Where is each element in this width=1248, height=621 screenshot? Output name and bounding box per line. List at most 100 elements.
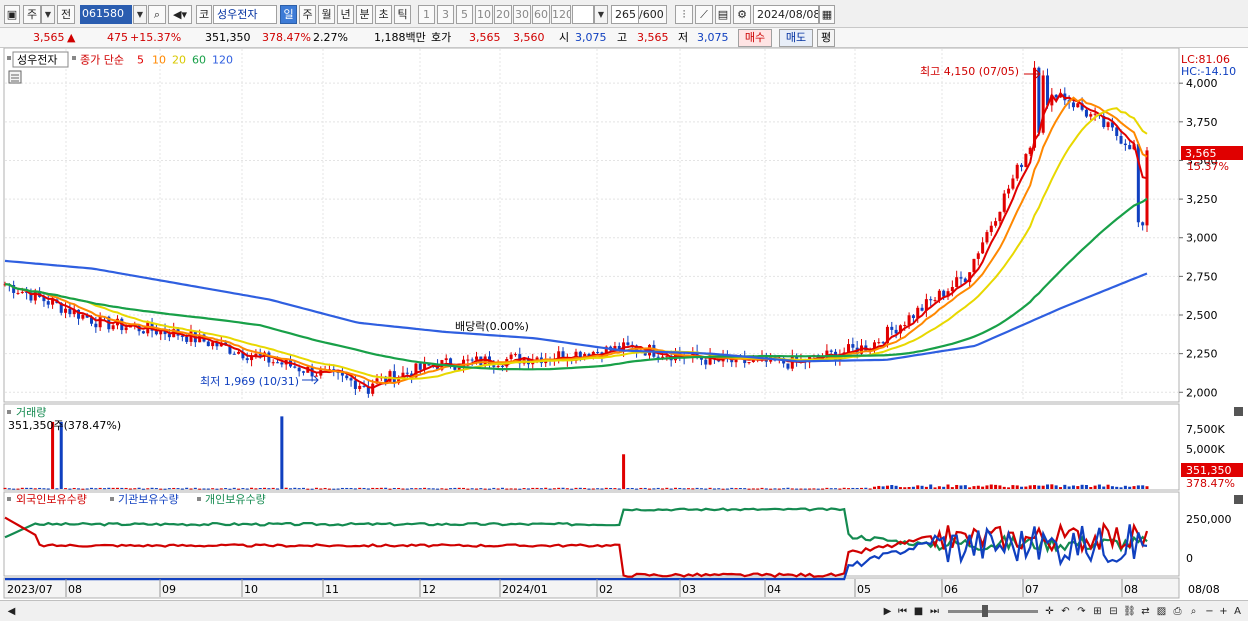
volume-bar — [198, 488, 202, 490]
volume-bar — [319, 488, 323, 490]
stock-name-field[interactable]: 성우전자 — [213, 5, 277, 24]
stock-chart[interactable]: 성우전자 종가 단순 5 10 20 60 120 최고 4,150 (07/0… — [0, 48, 1248, 600]
interval-custom-input[interactable] — [572, 5, 594, 24]
x-axis-label-9: 04 — [767, 583, 781, 596]
save-icon[interactable]: ▤ — [715, 5, 731, 24]
volume-bar — [630, 487, 634, 489]
interval-120[interactable]: 120 — [551, 5, 571, 24]
compare-icon[interactable]: ⇄ — [1138, 604, 1153, 619]
period-day-tab[interactable]: 일 — [280, 5, 297, 24]
price-panel[interactable] — [3, 48, 1180, 403]
chart-scroll-bar[interactable]: ◀ ▶ ⏮ ■ ⏭ ✛ ↶ ↷ ⊞ ⊟ ⛓ ⇄ ▨ ⎙ ⌕ − + A — [0, 600, 1248, 621]
period-tick-tab[interactable]: 틱 — [394, 5, 411, 24]
volume-panel[interactable] — [3, 403, 1180, 491]
zoom-out-icon[interactable]: − — [1202, 604, 1217, 619]
font-size-icon[interactable]: A — [1230, 604, 1245, 619]
volume-bar — [656, 487, 660, 489]
zoom-slider-handle[interactable] — [982, 605, 988, 617]
volume-bar — [604, 487, 608, 489]
eval-button[interactable]: 평 — [817, 29, 835, 47]
play-back-icon[interactable]: ⏮ — [895, 604, 910, 619]
candle-body — [276, 362, 280, 364]
volume-bar — [1132, 486, 1136, 489]
volume-bar — [128, 488, 132, 490]
min-annotation: 최저 1,969 (10/31) — [200, 375, 299, 388]
indicator-icon[interactable]: ⫶ — [675, 5, 693, 24]
legend-marker — [197, 497, 201, 501]
candle-body — [890, 326, 894, 330]
stop-icon[interactable]: ■ — [911, 604, 926, 619]
buy-button[interactable]: 매수 — [738, 29, 772, 47]
holding-panel[interactable] — [3, 491, 1180, 577]
merge-icon[interactable]: ⊟ — [1106, 604, 1121, 619]
sell-button[interactable]: 매도 — [779, 29, 813, 47]
market-select[interactable]: 주 — [23, 5, 41, 24]
zoom-icon[interactable]: ⌕ — [1186, 604, 1201, 619]
interval-30[interactable]: 30 — [513, 5, 531, 24]
interval-10[interactable]: 10 — [475, 5, 493, 24]
period-week-tab[interactable]: 주 — [299, 5, 316, 24]
code-input[interactable]: 061580 — [80, 5, 132, 24]
ask-price: 3,565 — [469, 31, 501, 44]
candle-body — [297, 367, 301, 372]
date-input[interactable]: 2024/08/08 — [753, 5, 819, 24]
volume-bar — [686, 488, 690, 490]
candle-body — [626, 342, 630, 345]
volume-bar — [803, 488, 807, 490]
window-icon[interactable]: ▣ — [4, 5, 20, 24]
candle-body — [98, 316, 102, 328]
gear-icon[interactable]: ⚙ — [733, 5, 751, 24]
calendar-icon[interactable]: ▦ — [819, 5, 835, 24]
zoom-slider-track[interactable] — [948, 610, 1038, 613]
candle-body — [237, 351, 241, 354]
volume-bar — [782, 488, 786, 490]
search-icon[interactable]: ⌕ — [148, 5, 166, 24]
volume-bar — [539, 488, 543, 490]
holding-close-icon[interactable] — [1234, 495, 1243, 504]
volume-bar — [981, 486, 985, 489]
draw-tool-icon[interactable]: ⟋ — [695, 5, 713, 24]
candle-body — [271, 362, 275, 364]
interval-3[interactable]: 3 — [437, 5, 454, 24]
interval-1[interactable]: 1 — [418, 5, 435, 24]
volume-bar — [237, 488, 241, 490]
period-year-tab[interactable]: 년 — [337, 5, 354, 24]
candle-body — [1011, 178, 1015, 189]
print-icon[interactable]: ⎙ — [1170, 604, 1185, 619]
image-icon[interactable]: ▨ — [1154, 604, 1169, 619]
volume-bar — [1002, 486, 1006, 489]
link-icon[interactable]: ⛓ — [1122, 604, 1137, 619]
volume-bar — [669, 488, 673, 490]
market-dropdown-icon[interactable]: ▼ — [41, 5, 55, 24]
volume-close-icon[interactable] — [1234, 407, 1243, 416]
split-icon[interactable]: ⊞ — [1090, 604, 1105, 619]
interval-5[interactable]: 5 — [456, 5, 473, 24]
redo-icon[interactable]: ↷ — [1074, 604, 1089, 619]
undo-icon[interactable]: ↶ — [1058, 604, 1073, 619]
play-forward-icon[interactable]: ⏭ — [927, 604, 942, 619]
volume-bar — [747, 488, 751, 490]
interval-dropdown-icon[interactable]: ▼ — [594, 5, 608, 24]
volume-bar — [574, 487, 578, 489]
crosshair-icon[interactable]: ✛ — [1042, 604, 1057, 619]
code-dropdown-icon[interactable]: ▼ — [133, 5, 147, 24]
x-axis-label-5: 12 — [422, 583, 436, 596]
period-second-tab[interactable]: 초 — [375, 5, 392, 24]
candle-body — [167, 334, 171, 338]
zoom-in-icon[interactable]: + — [1216, 604, 1231, 619]
sound-icon[interactable]: ◀▾ — [168, 5, 192, 24]
volume-bar — [7, 488, 11, 490]
scroll-left-icon[interactable]: ◀ — [4, 604, 19, 619]
candle-body — [64, 308, 68, 313]
candle-body — [46, 301, 50, 305]
interval-20[interactable]: 20 — [494, 5, 512, 24]
interval-60[interactable]: 60 — [532, 5, 550, 24]
count-input[interactable]: 265 — [611, 5, 639, 24]
prev-button[interactable]: 전 — [57, 5, 75, 24]
volume-bar — [998, 485, 1002, 489]
volume-bar — [872, 486, 876, 489]
period-minute-tab[interactable]: 분 — [356, 5, 373, 24]
volume-bar — [518, 488, 522, 490]
period-month-tab[interactable]: 월 — [318, 5, 335, 24]
scroll-right-icon[interactable]: ▶ — [880, 604, 895, 619]
